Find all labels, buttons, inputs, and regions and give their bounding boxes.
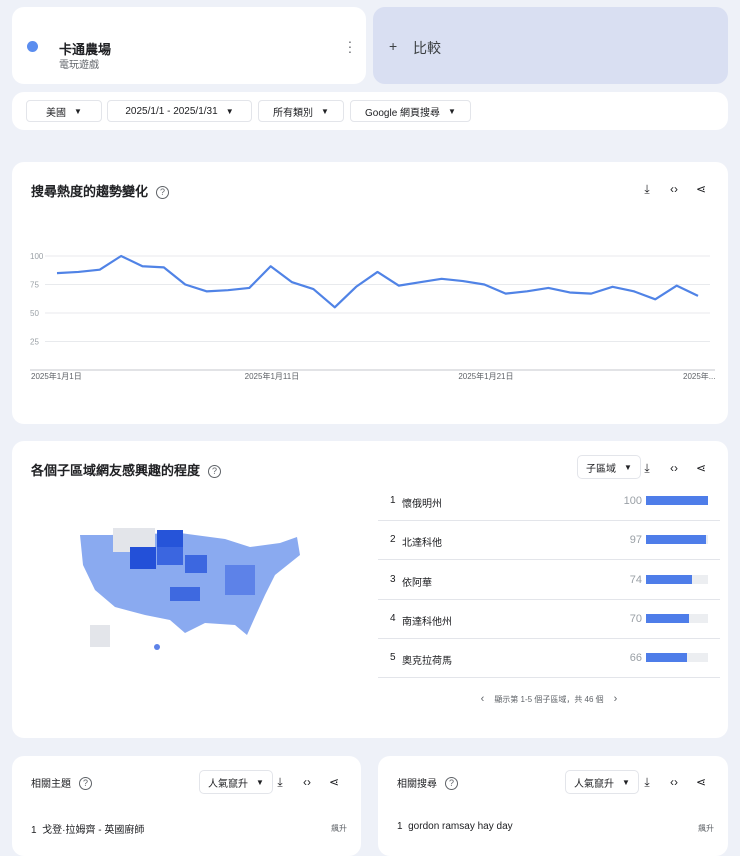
prev-page-icon[interactable]: ‹ <box>481 693 485 705</box>
y-tick-label: 75 <box>30 281 39 290</box>
y-tick-label: 100 <box>30 252 44 261</box>
map-state-alaska[interactable] <box>90 625 110 647</box>
value-bar-fill <box>646 653 687 662</box>
queries-title-text: 相關搜尋 <box>397 779 437 790</box>
region-row[interactable]: 5 奧克拉荷馬 66 <box>378 639 720 678</box>
topics-title-text: 相關主題 <box>31 779 71 790</box>
caret-down-icon: ▼ <box>624 463 632 472</box>
topic-item[interactable]: 1 戈登·拉姆齊 - 英國廚師 <box>31 821 144 836</box>
next-page-icon[interactable]: › <box>614 693 618 705</box>
map-state-hawaii[interactable] <box>154 644 160 650</box>
region-row[interactable]: 2 北達科他 97 <box>378 521 720 560</box>
region-actions: ⤓ ‹› ⋖ <box>640 461 708 476</box>
value-bar-track <box>646 614 708 623</box>
queries-title: 相關搜尋? <box>397 775 458 790</box>
region-title-text: 各個子區域網友感興趣的程度 <box>31 463 200 478</box>
caret-down-icon: ▼ <box>256 778 264 787</box>
download-icon[interactable]: ⤓ <box>640 461 654 476</box>
region-value: 74 <box>630 574 642 586</box>
rank: 1 <box>390 495 396 506</box>
query-label: gordon ramsay hay day <box>408 821 513 832</box>
region-name: 北達科他 <box>402 534 442 549</box>
topics-sort-select[interactable]: 人氣竄升 ▼ <box>199 770 273 794</box>
caret-down-icon: ▼ <box>622 778 630 787</box>
map-state-wyoming[interactable] <box>130 547 156 569</box>
share-icon[interactable]: ⋖ <box>694 775 708 790</box>
breakout-badge: 飆升 <box>331 823 347 834</box>
trend-chart: 100 75 50 25 2025年1月1日 2025年1月11日 2025年1月21日 20… <box>0 0 740 424</box>
rank: 5 <box>390 652 396 663</box>
embed-icon[interactable]: ‹› <box>300 775 314 790</box>
region-row[interactable]: 1 懷俄明州 100 <box>378 482 720 521</box>
us-map[interactable] <box>75 525 305 660</box>
related-queries-card: 相關搜尋? 人氣竄升 ▼ ⤓ ‹› ⋖ 1 gordon ramsay hay day… <box>378 756 728 856</box>
y-tick-label: 50 <box>30 309 39 318</box>
region-value: 70 <box>630 613 642 625</box>
help-icon[interactable]: ? <box>445 777 458 790</box>
value-bar-track <box>646 496 708 505</box>
region-value: 100 <box>624 495 642 507</box>
region-name: 南達科他州 <box>402 613 452 628</box>
topics-actions: ⤓ ‹› ⋖ <box>273 775 341 790</box>
region-name: 依阿華 <box>402 574 432 589</box>
embed-icon[interactable]: ‹› <box>667 461 681 476</box>
value-bar-fill <box>646 496 708 505</box>
download-icon[interactable]: ⤓ <box>273 775 287 790</box>
rank: 3 <box>390 574 396 585</box>
rank: 2 <box>390 534 396 545</box>
region-value: 97 <box>630 534 642 546</box>
help-icon[interactable]: ? <box>79 777 92 790</box>
region-row[interactable]: 3 依阿華 74 <box>378 561 720 600</box>
select-label: 子區域 <box>586 460 616 475</box>
trend-line[interactable] <box>57 256 698 307</box>
x-tick-label: 2025年1月21日 <box>458 371 513 381</box>
value-bar-fill <box>646 535 706 544</box>
download-icon[interactable]: ⤓ <box>640 775 654 790</box>
query-item[interactable]: 1 gordon ramsay hay day <box>397 821 513 832</box>
map-state-south-dakota[interactable] <box>157 547 183 565</box>
map-state-oklahoma[interactable] <box>170 587 200 601</box>
related-topics-card: 相關主題? 人氣竄升 ▼ ⤓ ‹› ⋖ 1 戈登·拉姆齊 - 英國廚師 飆升 <box>12 756 361 856</box>
region-value: 66 <box>630 652 642 664</box>
x-tick-label: 2025年1月11日 <box>245 371 300 381</box>
queries-actions: ⤓ ‹› ⋖ <box>640 775 708 790</box>
region-name: 奧克拉荷馬 <box>402 652 452 667</box>
value-bar-fill <box>646 614 689 623</box>
topics-title: 相關主題? <box>31 775 92 790</box>
select-label: 人氣竄升 <box>574 775 614 790</box>
value-bar-track <box>646 575 708 584</box>
queries-sort-select[interactable]: 人氣竄升 ▼ <box>565 770 639 794</box>
embed-icon[interactable]: ‹› <box>667 775 681 790</box>
share-icon[interactable]: ⋖ <box>327 775 341 790</box>
region-level-select[interactable]: 子區域 ▼ <box>577 455 641 479</box>
share-icon[interactable]: ⋖ <box>694 461 708 476</box>
breakout-badge: 飆升 <box>698 823 714 834</box>
rank: 1 <box>31 825 37 836</box>
region-row[interactable]: 4 南達科他州 70 <box>378 600 720 639</box>
y-tick-label: 25 <box>30 338 39 347</box>
value-bar-track <box>646 535 708 544</box>
topic-label: 戈登·拉姆齊 - 英國廚師 <box>42 825 144 836</box>
region-title: 各個子區域網友感興趣的程度? <box>31 460 221 479</box>
rank: 1 <box>397 821 403 832</box>
x-tick-label: 2025年... <box>683 371 715 381</box>
region-name: 懷俄明州 <box>402 495 442 510</box>
map-state-iowa[interactable] <box>185 555 207 573</box>
value-bar-track <box>646 653 708 662</box>
value-bar-fill <box>646 575 692 584</box>
region-pager: ‹ 顯示第 1-5 個子區域，共 46 個 › <box>378 693 720 705</box>
pager-text: 顯示第 1-5 個子區域，共 46 個 <box>494 695 603 704</box>
help-icon[interactable]: ? <box>208 465 221 478</box>
map-region-east[interactable] <box>225 565 255 595</box>
x-tick-label: 2025年1月1日 <box>31 371 82 381</box>
select-label: 人氣竄升 <box>208 775 248 790</box>
rank: 4 <box>390 613 396 624</box>
map-state-north-dakota[interactable] <box>157 530 183 547</box>
